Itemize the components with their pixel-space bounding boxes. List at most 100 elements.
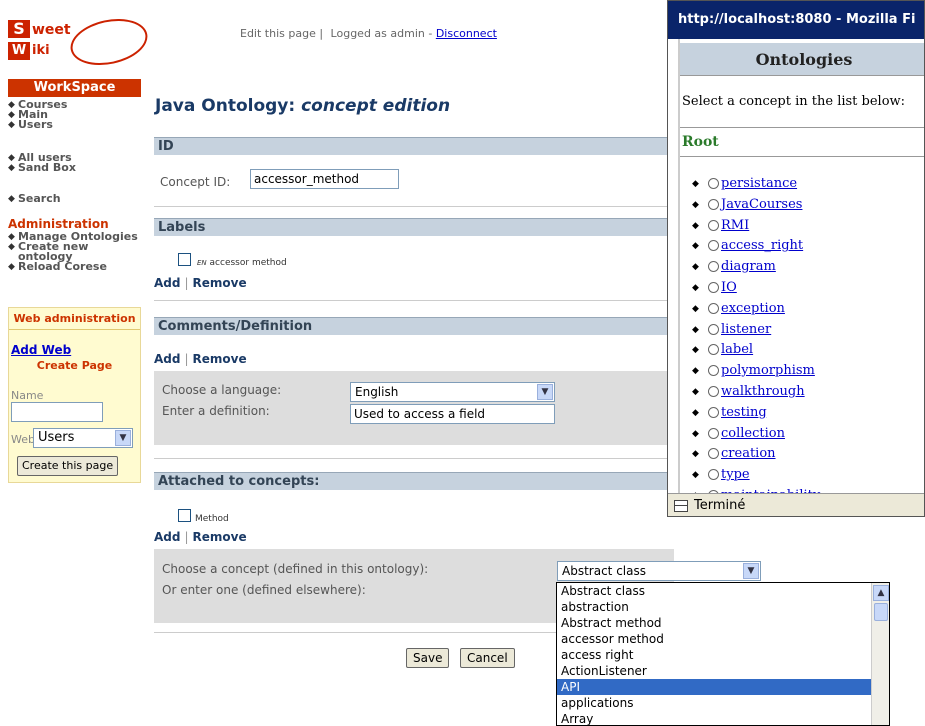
comments-remove-link[interactable]: Remove: [193, 352, 247, 366]
concept-radio[interactable]: [708, 302, 719, 314]
web-administration-link[interactable]: Web administration: [9, 312, 140, 325]
save-button[interactable]: Save: [406, 648, 450, 668]
concept-radio[interactable]: [708, 365, 719, 377]
sidebar-group-webs: ◆ Courses ◆ Main ◆ Users: [8, 99, 143, 130]
bullet-icon: ◆: [692, 220, 699, 231]
web-label: Web: [11, 433, 35, 446]
concept-radio[interactable]: [708, 219, 719, 231]
concept-id-label: Concept ID:: [160, 175, 231, 189]
chevron-down-icon[interactable]: ▼: [743, 563, 759, 579]
concept-radio[interactable]: [708, 406, 719, 418]
page-name-input[interactable]: [11, 402, 103, 422]
sidebar-group-users: ◆ All users ◆ Sand Box: [8, 152, 143, 174]
language-select[interactable]: English ▼: [350, 382, 555, 402]
bullet-icon: ◆: [8, 110, 15, 120]
concept-select[interactable]: Abstract class ▼: [557, 561, 761, 581]
add-web-link[interactable]: Add Web: [11, 343, 71, 357]
concept-radio[interactable]: [708, 385, 719, 397]
concept-option[interactable]: API: [557, 679, 889, 695]
chevron-down-icon[interactable]: ▼: [537, 384, 553, 400]
sidebar-item[interactable]: ◆ Create new ontology: [8, 241, 143, 262]
concept-radio[interactable]: [708, 198, 719, 210]
sidebar-item-label: Sand Box: [18, 161, 76, 174]
concept-link[interactable]: collection: [721, 426, 785, 441]
concept-dropdown-list[interactable]: Abstract class abstraction Abstract method…: [556, 582, 890, 726]
definition-input[interactable]: Used to access a field: [350, 404, 555, 424]
label-checkbox[interactable]: [178, 253, 191, 266]
concept-radio[interactable]: [708, 469, 719, 481]
concept-option[interactable]: access right: [557, 647, 889, 663]
comments-add-link[interactable]: Add: [154, 352, 180, 366]
sidebar-group-admin: ◆ Manage Ontologies ◆ Create new ontology ◆ R…: [8, 231, 143, 273]
bullet-icon: ◆: [692, 470, 699, 481]
concept-link[interactable]: exception: [721, 301, 785, 316]
label-entry: EN accessor method: [197, 258, 287, 268]
logo-swoosh-icon: [66, 12, 152, 72]
concept-option[interactable]: accessor method: [557, 631, 889, 647]
sidebar-item[interactable]: ◆ Reload Corese: [8, 260, 143, 273]
concept-link[interactable]: label: [721, 342, 753, 357]
concept-radio[interactable]: [708, 281, 719, 293]
sidebar-item[interactable]: ◆ Users: [8, 119, 143, 130]
concept-option[interactable]: ActionListener: [557, 663, 889, 679]
concept-option[interactable]: abstraction: [557, 599, 889, 615]
disconnect-link[interactable]: Disconnect: [436, 27, 497, 40]
concept-radio[interactable]: [708, 448, 719, 460]
concept-link[interactable]: RMI: [721, 218, 749, 233]
sidebar-item[interactable]: ◆ Search: [8, 193, 143, 204]
concept-link[interactable]: JavaCourses: [721, 197, 802, 212]
scroll-thumb[interactable]: [874, 603, 888, 621]
concept-link[interactable]: walkthrough: [721, 384, 805, 399]
concept-option[interactable]: applications: [557, 695, 889, 711]
bullet-icon: ◆: [8, 232, 15, 242]
concept-radio[interactable]: [708, 427, 719, 439]
scroll-up-icon[interactable]: ▲: [873, 585, 889, 601]
concept-radio[interactable]: [708, 344, 719, 356]
popup-title-bar[interactable]: http://localhost:8080 - Mozilla Fi: [668, 1, 924, 39]
chevron-down-icon[interactable]: ▼: [115, 430, 131, 446]
concept-link[interactable]: listener: [721, 322, 771, 337]
edit-page-link[interactable]: Edit this page |: [240, 27, 323, 40]
section-comments-header: Comments/Definition: [154, 317, 674, 335]
attached-add-link[interactable]: Add: [154, 530, 180, 544]
concept-link[interactable]: testing: [721, 405, 767, 420]
bullet-icon: ◆: [692, 262, 699, 273]
concept-radio[interactable]: [708, 261, 719, 273]
concept-link[interactable]: polymorphism: [721, 363, 815, 378]
concept-link[interactable]: diagram: [721, 259, 776, 274]
concept-link[interactable]: IO: [721, 280, 737, 295]
section-attached-header: Attached to concepts:: [154, 472, 674, 490]
concept-link[interactable]: access_right: [721, 238, 803, 253]
ontology-popup-window[interactable]: http://localhost:8080 - Mozilla Fi Ontol…: [667, 0, 925, 517]
sidebar-item[interactable]: ◆ Sand Box: [8, 161, 143, 174]
web-select[interactable]: Users ▼: [33, 428, 133, 448]
sweetwiki-logo[interactable]: S weet W iki: [8, 12, 152, 72]
sidebar-item-label: Reload Corese: [18, 260, 107, 273]
concept-link[interactable]: creation: [721, 446, 776, 461]
labels-remove-link[interactable]: Remove: [193, 276, 247, 290]
logged-as-text: Logged as admin -: [330, 27, 433, 40]
cancel-button[interactable]: Cancel: [460, 648, 515, 668]
attached-concept-checkbox[interactable]: [178, 509, 191, 522]
bullet-icon: ◆: [8, 153, 15, 163]
concept-radio[interactable]: [708, 178, 719, 189]
concept-option[interactable]: Abstract method: [557, 615, 889, 631]
divider: [680, 156, 924, 157]
concept-radio[interactable]: [708, 323, 719, 335]
concept-link[interactable]: persistance: [721, 176, 797, 191]
concept-radio[interactable]: [708, 240, 719, 252]
concept-link[interactable]: type: [721, 467, 750, 482]
bullet-icon: ◆: [692, 282, 699, 293]
labels-add-link[interactable]: Add: [154, 276, 180, 290]
concept-option[interactable]: Abstract class: [557, 583, 889, 599]
create-this-page-button[interactable]: Create this page: [17, 456, 119, 476]
concept-id-input[interactable]: accessor_method: [250, 169, 399, 189]
attached-remove-link[interactable]: Remove: [193, 530, 247, 544]
bullet-icon: ◆: [8, 163, 15, 173]
concept-select-value: Abstract class: [562, 564, 646, 578]
ontology-list-item: ◆ walkthrough: [680, 382, 820, 403]
dropdown-scrollbar[interactable]: ▲: [871, 583, 889, 725]
bullet-icon: ◆: [692, 428, 699, 439]
concept-option[interactable]: Array: [557, 711, 889, 725]
ontology-list-item: ◆ IO: [680, 278, 820, 299]
